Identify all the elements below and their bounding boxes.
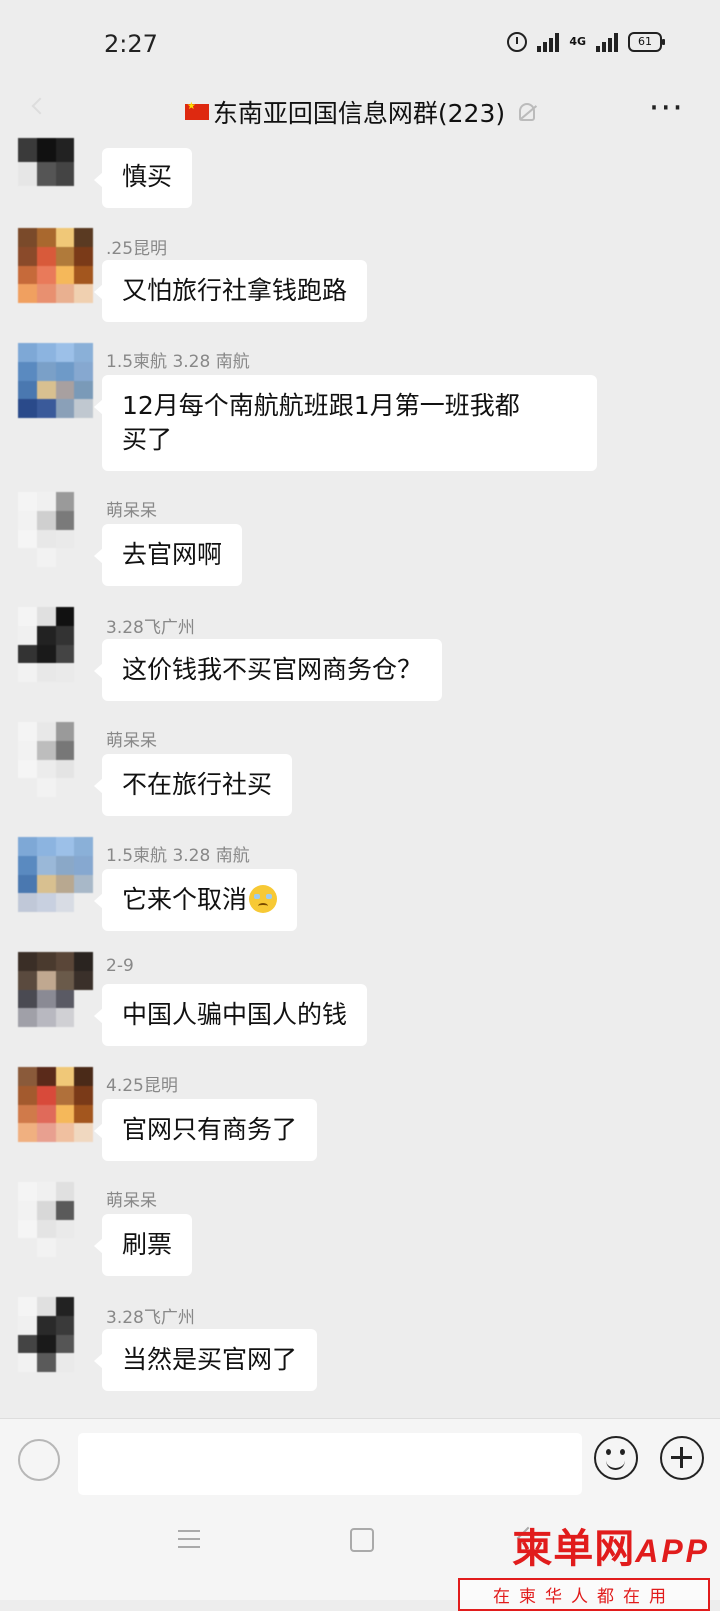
chat-header: 东南亚回国信息网群(223) ··· [0,88,720,148]
network-type: 4G [569,35,586,48]
watermark-app-label: APP [635,1533,710,1569]
message-text: 它来个取消 [122,885,248,914]
watermark-brand-name: 柬单网 [512,1527,636,1571]
avatar[interactable] [18,1067,93,1142]
sender-name: 1.5柬航 3.28 南航 [106,846,250,866]
message-bubble[interactable]: 这价钱我不买官网商务仓？ [93,639,443,701]
message-bubble[interactable]: 12月每个南航航班跟1月第一班我都 买了 [94,375,597,471]
sender-name: 3.28飞广州 [106,618,195,638]
mute-bell-icon [519,103,536,121]
signal-icon [537,32,560,52]
watermark-brand: 柬单网APP [458,1516,710,1574]
avatar[interactable] [18,228,93,303]
message-bubble[interactable]: 慎买 [93,148,193,208]
message-bubble[interactable]: 中国人骗中国人的钱 [93,984,368,1046]
more-actions-button[interactable] [660,1436,704,1480]
chat-title: 东南亚回国信息网群(223) [0,94,720,130]
message-input[interactable] [78,1433,582,1495]
avatar[interactable] [18,343,93,418]
home-icon[interactable] [350,1528,374,1552]
avatar[interactable] [18,1297,93,1372]
chat-input-bar [0,1418,720,1505]
message-text-line: 12月每个南航航班跟1月第一班我都 [122,391,520,420]
crying-face-emoji-icon [249,885,278,913]
message-bubble[interactable]: 又怕旅行社拿钱跑路 [93,260,368,322]
sender-name: 4.25昆明 [106,1076,178,1096]
avatar[interactable] [18,722,93,797]
avatar[interactable] [18,837,93,912]
message-bubble[interactable]: 不在旅行社买 [93,754,293,816]
status-bar: 2:27 4G 61 [0,0,720,88]
sender-name: 萌呆呆 [106,731,157,751]
group-name: 东南亚回国信息网群(223) [212,99,506,128]
avatar[interactable] [18,1182,93,1257]
voice-input-button[interactable] [18,1439,60,1481]
message-bubble[interactable]: 刷票 [93,1214,193,1276]
alarm-icon [507,32,528,52]
watermark-tagline: 在柬华人都在用 [458,1578,710,1611]
sender-name: 3.28飞广州 [106,1308,195,1328]
sender-name: 萌呆呆 [106,501,157,521]
battery-icon: 61 [628,32,665,52]
avatar[interactable] [18,492,93,567]
more-options-button[interactable]: ··· [649,88,684,128]
message-bubble[interactable]: 去官网啊 [93,524,243,586]
status-time: 2:27 [104,30,158,58]
message-bubble[interactable]: 它来个取消 [93,869,298,931]
message-bubble[interactable]: 官网只有商务了 [93,1099,318,1161]
watermark: 柬单网APP 在柬华人都在用 [458,1516,710,1611]
sender-name: 萌呆呆 [106,1191,157,1211]
avatar[interactable] [18,607,93,682]
sender-name: .25昆明 [106,239,168,259]
signal-icon-2 [596,32,618,52]
sender-name: 1.5柬航 3.28 南航 [106,352,250,372]
sender-name: 2-9 [106,956,134,976]
china-flag-icon [184,101,209,120]
message-text-line: 买了 [122,425,173,454]
avatar[interactable] [18,952,93,1027]
emoji-button[interactable] [594,1436,638,1480]
avatar[interactable] [18,138,93,186]
message-bubble[interactable]: 当然是买官网了 [93,1329,318,1391]
status-icons: 4G 61 [507,32,665,52]
recent-apps-icon[interactable] [178,1530,200,1548]
